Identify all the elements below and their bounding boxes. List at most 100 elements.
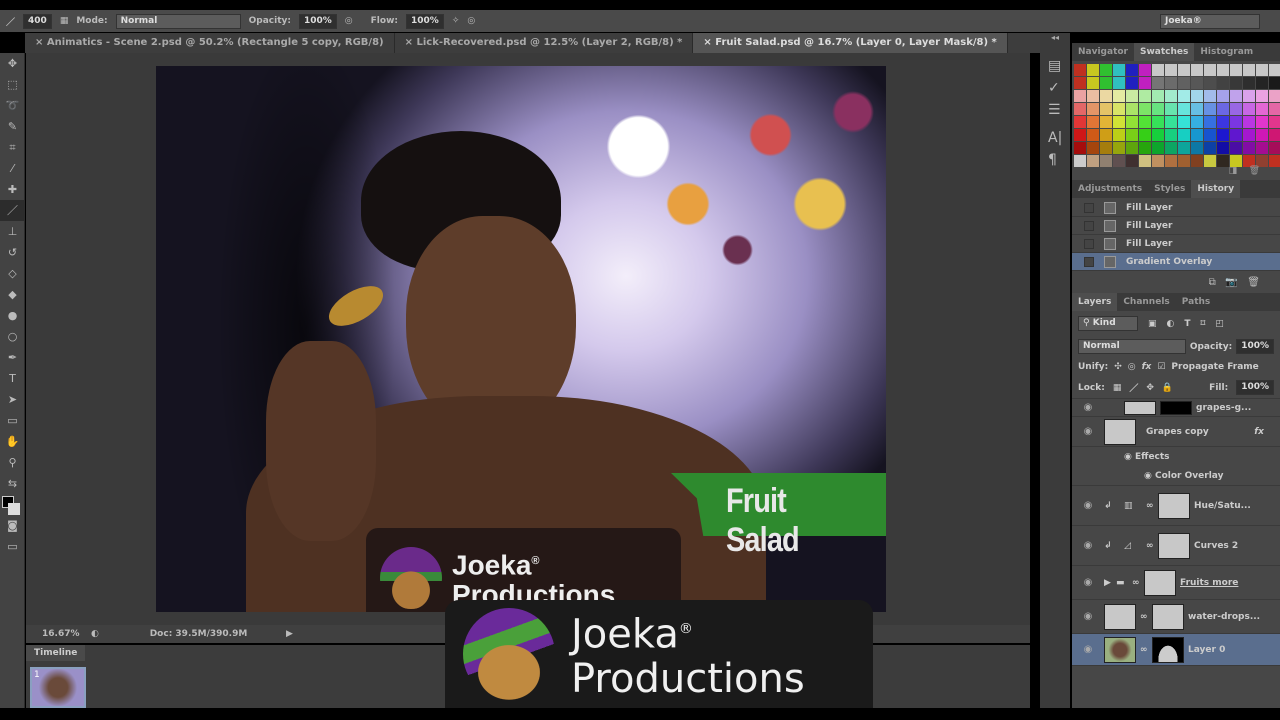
dock-layers-icon[interactable]: ▤	[1048, 58, 1070, 74]
color-swatch[interactable]	[1139, 90, 1151, 102]
layer-row[interactable]: ◉ grapes-g...	[1072, 399, 1280, 417]
color-swatch[interactable]	[1100, 64, 1112, 76]
color-swatch[interactable]	[1113, 103, 1125, 115]
pressure-opacity-icon[interactable]: ◎	[345, 16, 353, 26]
color-swatch[interactable]	[1256, 90, 1268, 102]
color-swatch[interactable]	[1165, 129, 1177, 141]
color-swatch[interactable]	[1243, 103, 1255, 115]
color-swatch[interactable]	[1165, 116, 1177, 128]
history-state[interactable]: Fill Layer	[1072, 235, 1280, 253]
history-checkbox[interactable]	[1084, 202, 1094, 213]
color-swatch[interactable]	[1217, 64, 1229, 76]
color-swatch[interactable]	[1087, 90, 1099, 102]
color-swatch[interactable]	[1217, 129, 1229, 141]
color-swatch[interactable]	[1074, 77, 1086, 89]
color-swatch[interactable]	[1204, 155, 1216, 167]
healing-tool-icon[interactable]: ✚	[0, 179, 25, 200]
blur-tool-icon[interactable]: ●	[0, 305, 25, 326]
color-swatch[interactable]	[1191, 90, 1203, 102]
color-swatch[interactable]	[1269, 129, 1280, 141]
crop-tool-icon[interactable]: ⌗	[0, 137, 25, 158]
layer-row[interactable]: ◉ ↲ ◿ ∞ Curves 2	[1072, 526, 1280, 566]
airbrush-icon[interactable]: ✧	[452, 16, 460, 26]
color-swatch[interactable]	[1178, 90, 1190, 102]
marquee-tool-icon[interactable]: ⬚	[0, 74, 25, 95]
zoom-level[interactable]: 16.67%	[26, 629, 91, 639]
visibility-eye-icon[interactable]: ◉	[1072, 644, 1104, 655]
color-swatch[interactable]	[1204, 129, 1216, 141]
color-swatch[interactable]	[1087, 103, 1099, 115]
color-swatch[interactable]	[1230, 116, 1242, 128]
color-swatch[interactable]	[1178, 142, 1190, 154]
color-swatch[interactable]	[1126, 77, 1138, 89]
color-swatch[interactable]	[1165, 142, 1177, 154]
color-swatch[interactable]	[1191, 103, 1203, 115]
expand-arrow-icon[interactable]: ▶	[1104, 578, 1116, 588]
color-swatch[interactable]	[1126, 90, 1138, 102]
tab-layers[interactable]: Layers	[1072, 293, 1118, 311]
layer-row[interactable]: ◉ Grapes copy fx	[1072, 417, 1280, 447]
color-swatch[interactable]	[1087, 155, 1099, 167]
brush-panel-icon[interactable]: ▦	[60, 16, 69, 26]
color-swatch[interactable]	[1204, 64, 1216, 76]
status-menu-icon[interactable]: ◐	[91, 629, 111, 639]
history-state[interactable]: Fill Layer	[1072, 217, 1280, 235]
color-swatch[interactable]	[1087, 64, 1099, 76]
move-tool-icon[interactable]: ✥	[0, 53, 25, 74]
history-checkbox[interactable]	[1084, 256, 1094, 267]
brush-icon[interactable]: ／	[6, 15, 15, 28]
screen-mode-icon[interactable]: ▭	[0, 536, 25, 557]
color-swatch[interactable]	[1100, 142, 1112, 154]
color-swatch[interactable]	[1230, 129, 1242, 141]
tab-styles[interactable]: Styles	[1148, 180, 1191, 198]
color-swatch[interactable]	[1113, 90, 1125, 102]
color-swatch[interactable]	[1191, 129, 1203, 141]
color-swatch[interactable]	[1269, 64, 1280, 76]
color-swatch[interactable]	[1113, 129, 1125, 141]
color-swatch[interactable]	[1100, 90, 1112, 102]
color-swatch[interactable]	[1087, 129, 1099, 141]
effects-eye-icon[interactable]: ◉	[1124, 452, 1135, 462]
color-swatch[interactable]	[1113, 155, 1125, 167]
color-swatch[interactable]	[1256, 129, 1268, 141]
color-swatch[interactable]	[1152, 116, 1164, 128]
visibility-eye-icon[interactable]: ◉	[1072, 611, 1104, 622]
color-swatch[interactable]	[1100, 77, 1112, 89]
color-swatch[interactable]	[1113, 142, 1125, 154]
visibility-eye-icon[interactable]: ◉	[1072, 540, 1104, 551]
color-swatch[interactable]	[1204, 142, 1216, 154]
color-swatch[interactable]	[1113, 116, 1125, 128]
color-swatch[interactable]	[1126, 142, 1138, 154]
color-swatch[interactable]	[1100, 116, 1112, 128]
color-swatch[interactable]	[1113, 64, 1125, 76]
fill-field[interactable]: 100%	[1236, 380, 1274, 395]
zoom-tool-icon[interactable]: ⚲	[0, 452, 25, 473]
color-swatch[interactable]	[1243, 116, 1255, 128]
tab-animatics[interactable]: × Animatics - Scene 2.psd @ 50.2% (Recta…	[25, 33, 395, 53]
color-swatch[interactable]	[1100, 103, 1112, 115]
layer-group-row[interactable]: ◉ ▶ ▬ ∞ Fruits more	[1072, 566, 1280, 600]
color-swatch[interactable]	[1152, 64, 1164, 76]
mode-select[interactable]: Normal	[115, 13, 241, 29]
layer-row-selected[interactable]: ◉ ∞ Layer 0	[1072, 634, 1280, 666]
history-state-selected[interactable]: Gradient Overlay	[1072, 253, 1280, 271]
dock-character-icon[interactable]: A|	[1048, 130, 1070, 146]
layer-row[interactable]: ◉ ↲ ▥ ∞ Hue/Satu...	[1072, 486, 1280, 526]
delete-state-icon[interactable]: 🗑	[1247, 277, 1260, 288]
eraser-tool-icon[interactable]: ◇	[0, 263, 25, 284]
unify-style-icon[interactable]: fx	[1142, 362, 1152, 372]
color-swatch[interactable]	[1074, 116, 1086, 128]
collapse-icon[interactable]: ◂◂	[1040, 33, 1070, 42]
tab-paths[interactable]: Paths	[1176, 293, 1217, 311]
color-swatch[interactable]	[1074, 142, 1086, 154]
color-swatch[interactable]	[1230, 77, 1242, 89]
fx-icon[interactable]: fx	[1254, 427, 1264, 437]
color-swatch[interactable]	[1204, 90, 1216, 102]
color-swatch[interactable]	[1191, 77, 1203, 89]
eyedropper-tool-icon[interactable]: ⁄	[0, 158, 25, 179]
color-swatch[interactable]	[1230, 64, 1242, 76]
color-swatch[interactable]	[1178, 129, 1190, 141]
color-swatch[interactable]	[1139, 129, 1151, 141]
color-swatch[interactable]	[1269, 116, 1280, 128]
color-swatch[interactable]	[1178, 116, 1190, 128]
